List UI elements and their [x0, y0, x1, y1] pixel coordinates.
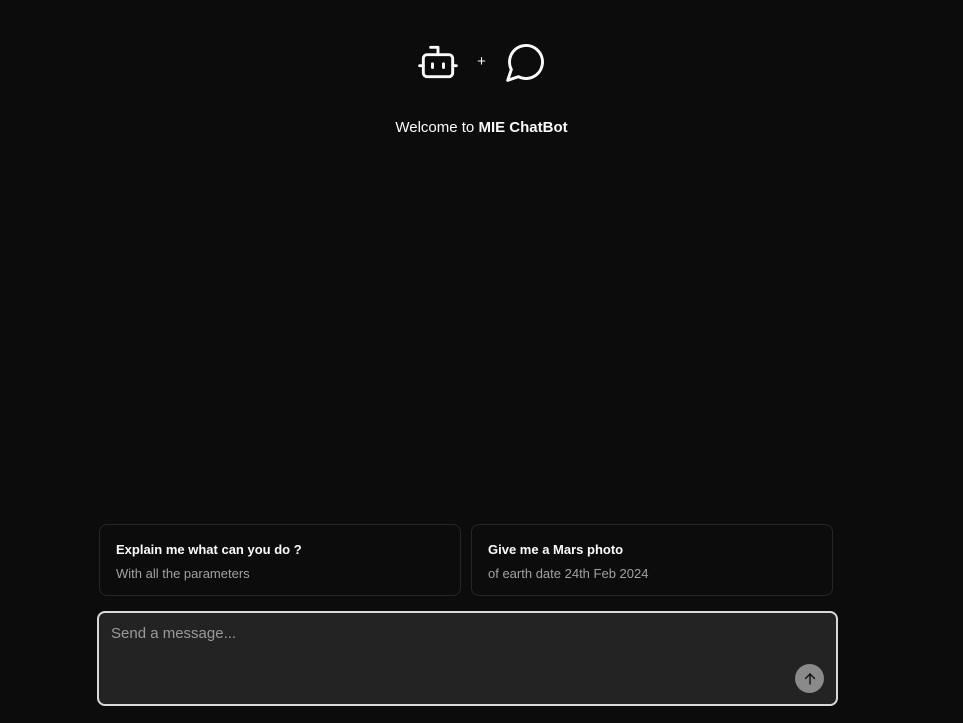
message-input[interactable]: [111, 625, 771, 685]
suggestion-subtitle: With all the parameters: [116, 566, 250, 581]
chat-bubble-icon: [505, 44, 544, 82]
chat-page: + Welcome to MIE ChatBot Explain me what…: [0, 0, 963, 723]
suggestion-card-explain[interactable]: Explain me what can you do ? With all th…: [99, 524, 461, 596]
plus-symbol: +: [477, 53, 486, 70]
welcome-prefix: Welcome to: [395, 119, 479, 136]
send-button[interactable]: [795, 664, 824, 693]
app-name: MIE ChatBot: [478, 119, 568, 136]
welcome-message: Welcome to MIE ChatBot: [0, 119, 963, 137]
message-composer: [97, 611, 838, 706]
robot-icon: [417, 45, 458, 79]
arrow-up-icon: [804, 672, 815, 685]
suggestion-title: Give me a Mars photo: [488, 542, 624, 557]
logo-row: +: [0, 40, 963, 84]
suggested-actions: Explain me what can you do ? With all th…: [99, 524, 835, 598]
suggestion-subtitle: of earth date 24th Feb 2024: [488, 566, 649, 581]
suggestion-title: Explain me what can you do ?: [116, 542, 302, 557]
suggestion-card-mars-photo[interactable]: Give me a Mars photo of earth date 24th …: [471, 524, 833, 596]
